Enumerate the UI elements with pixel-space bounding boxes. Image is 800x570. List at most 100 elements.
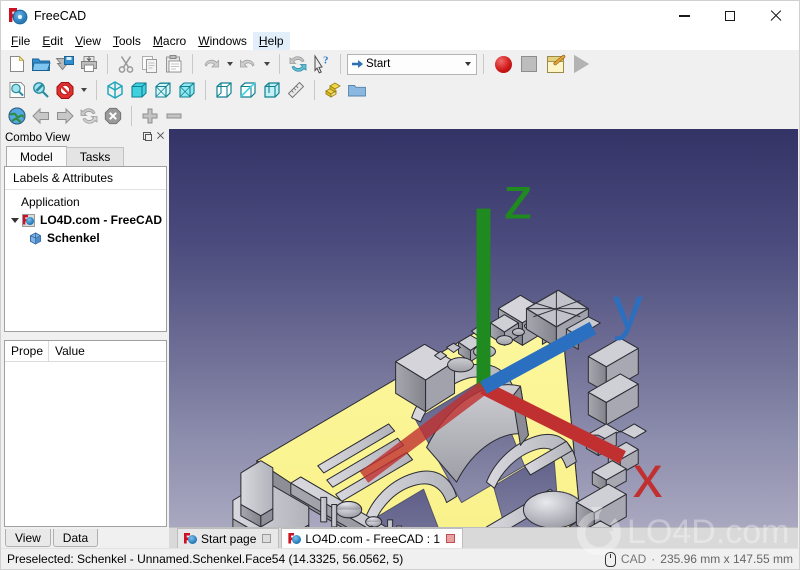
left-view-button[interactable] bbox=[260, 79, 284, 102]
undo-button[interactable] bbox=[199, 53, 223, 76]
undo-dropdown-button[interactable] bbox=[223, 53, 236, 76]
panel-title-label: Combo View bbox=[5, 131, 70, 144]
macro-record-button[interactable] bbox=[490, 53, 516, 76]
toolbar-separator bbox=[279, 54, 280, 74]
tree-node-document-label: LO4D.com - FreeCAD bbox=[40, 213, 163, 227]
tree-header-label: Labels & Attributes bbox=[5, 167, 166, 190]
save-document-button[interactable] bbox=[53, 53, 77, 76]
part-cube-icon bbox=[28, 231, 43, 246]
maximize-button[interactable] bbox=[707, 1, 753, 31]
open-document-button[interactable] bbox=[29, 53, 53, 76]
freecad-logo-icon bbox=[288, 532, 302, 545]
menu-view[interactable]: View bbox=[69, 32, 107, 50]
macro-stop-button[interactable] bbox=[516, 53, 542, 76]
redo-button[interactable] bbox=[236, 53, 260, 76]
tree-node-document[interactable]: LO4D.com - FreeCAD bbox=[7, 211, 166, 229]
3d-viewport[interactable]: z y x bbox=[169, 129, 798, 527]
workbench-toolbar: Start bbox=[345, 52, 479, 76]
front-view-button[interactable] bbox=[127, 79, 151, 102]
top-view-button[interactable] bbox=[151, 79, 175, 102]
svg-text:y: y bbox=[613, 274, 643, 341]
document-tab-lo4d[interactable]: LO4D.com - FreeCAD : 1 bbox=[281, 528, 464, 548]
cut-button[interactable] bbox=[114, 53, 138, 76]
toolbar-separator bbox=[483, 54, 484, 74]
rear-view-button[interactable] bbox=[212, 79, 236, 102]
zoom-toolbar bbox=[136, 104, 188, 128]
tab-model[interactable]: Model bbox=[6, 146, 67, 166]
model-tree[interactable]: Labels & Attributes Application LO4D.com… bbox=[4, 166, 167, 332]
float-panel-icon[interactable] bbox=[143, 131, 152, 141]
whats-this-button[interactable]: ? bbox=[310, 53, 334, 76]
menu-bar: File Edit View Tools Macro Windows Help bbox=[1, 31, 799, 50]
document-tab-start-page-label: Start page bbox=[201, 531, 257, 546]
navigation-style-label[interactable]: CAD bbox=[621, 552, 646, 566]
browser-stop-button[interactable] bbox=[101, 105, 125, 128]
web-home-button[interactable] bbox=[5, 105, 29, 128]
zoom-out-button[interactable] bbox=[162, 105, 186, 128]
tree-node-schenkel[interactable]: Schenkel bbox=[7, 229, 166, 247]
fit-all-button[interactable] bbox=[5, 79, 29, 102]
refresh-button[interactable] bbox=[286, 53, 310, 76]
paste-button[interactable] bbox=[162, 53, 186, 76]
document-tab-start-page[interactable]: Start page bbox=[177, 528, 280, 548]
zoom-in-button[interactable] bbox=[138, 105, 162, 128]
main-area: Combo View Model Tasks Labels & Attribut… bbox=[1, 129, 799, 548]
menu-macro[interactable]: Macro bbox=[147, 32, 192, 50]
tab-data[interactable]: Data bbox=[52, 529, 99, 547]
close-button[interactable] bbox=[753, 1, 799, 31]
tree-node-application[interactable]: Application bbox=[7, 193, 166, 211]
undo-redo-toolbar bbox=[197, 52, 275, 76]
menu-windows[interactable]: Windows bbox=[192, 32, 253, 50]
tab-data-label: Data bbox=[62, 530, 89, 545]
fit-selection-button[interactable] bbox=[29, 79, 53, 102]
menu-file[interactable]: File bbox=[5, 32, 36, 50]
property-editor[interactable]: Prope Value bbox=[4, 340, 167, 527]
menu-tools[interactable]: Tools bbox=[107, 32, 147, 50]
browser-back-button[interactable] bbox=[29, 105, 53, 128]
property-column-name[interactable]: Prope bbox=[5, 341, 49, 361]
edit-toolbar bbox=[112, 52, 188, 76]
redo-dropdown-button[interactable] bbox=[260, 53, 273, 76]
title-bar: FreeCAD bbox=[1, 1, 799, 31]
view-toolbar bbox=[3, 78, 92, 102]
menu-help[interactable]: Help bbox=[252, 31, 290, 50]
toolbar-row-3 bbox=[1, 103, 799, 129]
start-arrow-icon bbox=[352, 59, 363, 70]
mouse-icon[interactable] bbox=[604, 551, 616, 567]
toolbar-area: ? Start bbox=[1, 50, 799, 129]
browser-reload-button[interactable] bbox=[77, 105, 101, 128]
tree-node-application-label: Application bbox=[21, 195, 80, 209]
close-icon[interactable] bbox=[446, 534, 456, 543]
tab-view-label: View bbox=[15, 530, 41, 545]
print-document-button[interactable] bbox=[77, 53, 101, 76]
toolbar-separator bbox=[205, 80, 206, 100]
close-panel-icon[interactable] bbox=[156, 131, 165, 140]
open-folder-button[interactable] bbox=[345, 79, 369, 102]
draw-style-button[interactable] bbox=[53, 79, 77, 102]
property-editor-tabs: View Data bbox=[2, 529, 169, 548]
tab-tasks[interactable]: Tasks bbox=[65, 147, 125, 166]
combo-view-tabs: Model Tasks bbox=[2, 146, 169, 166]
workbench-parts-button[interactable] bbox=[321, 79, 345, 102]
copy-button[interactable] bbox=[138, 53, 162, 76]
menu-edit[interactable]: Edit bbox=[36, 32, 69, 50]
freecad-window: FreeCAD File Edit View Tools Macro Windo… bbox=[0, 0, 800, 570]
tab-tasks-label: Tasks bbox=[79, 150, 111, 164]
right-view-button[interactable] bbox=[175, 79, 199, 102]
draw-style-dropdown[interactable] bbox=[77, 79, 90, 102]
chevron-down-icon[interactable] bbox=[9, 215, 20, 226]
new-document-button[interactable] bbox=[5, 53, 29, 76]
workbench-selected-label: Start bbox=[366, 58, 391, 70]
minimize-button[interactable] bbox=[661, 1, 707, 31]
tab-view[interactable]: View bbox=[5, 529, 51, 547]
browser-forward-button[interactable] bbox=[53, 105, 77, 128]
close-icon[interactable] bbox=[262, 534, 272, 543]
property-column-value[interactable]: Value bbox=[49, 341, 166, 361]
workbench-selector[interactable]: Start bbox=[347, 53, 477, 75]
macros-button[interactable] bbox=[542, 53, 568, 76]
execute-macro-button[interactable] bbox=[568, 53, 594, 76]
measure-button[interactable] bbox=[284, 79, 308, 102]
isometric-view-button[interactable] bbox=[103, 79, 127, 102]
bottom-view-button[interactable] bbox=[236, 79, 260, 102]
